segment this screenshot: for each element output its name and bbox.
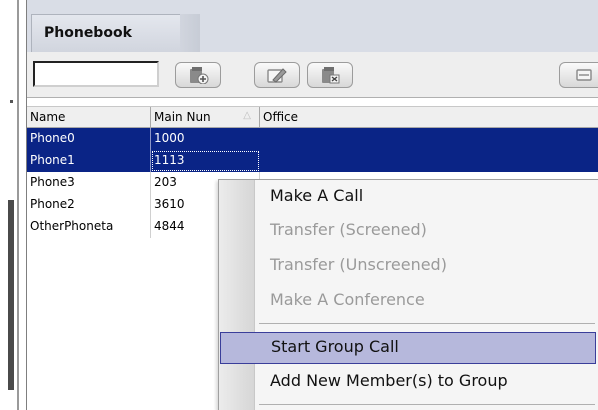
more-options-button[interactable] (559, 62, 598, 88)
add-contact-button[interactable] (175, 62, 221, 88)
window-border-dark (8, 200, 14, 390)
table-header: Name Main Nun △ Office (27, 106, 598, 128)
screen: Phonebook Name Main Nun △ Office Phone0 … (0, 0, 598, 410)
column-header-label: Office (263, 110, 299, 124)
column-header-label: Name (30, 110, 66, 124)
menu-item-transfer-screened[interactable]: Transfer (Screened) (220, 216, 596, 246)
table-row[interactable]: Phone1 1113 (27, 150, 598, 172)
menu-separator (259, 404, 595, 405)
cell-name: OtherPhoneta (27, 216, 151, 238)
menu-item-add-group-members[interactable]: Add New Member(s) to Group (220, 367, 596, 397)
more-icon (576, 69, 592, 81)
menu-item-start-group-call[interactable]: Start Group Call (220, 332, 596, 364)
table-row[interactable]: Phone0 1000 (27, 128, 598, 150)
edit-contact-icon (267, 68, 287, 83)
column-header-main-number[interactable]: Main Nun △ (151, 107, 260, 128)
cell-main-number: 1000 (151, 128, 260, 150)
panel-titlebar: Phonebook (27, 0, 598, 53)
cell-name: Phone1 (27, 150, 151, 172)
column-header-office[interactable]: Office (260, 107, 598, 128)
phonebook-toolbar (27, 52, 598, 98)
cell-office (260, 150, 598, 172)
context-menu: Make A Call Transfer (Screened) Transfer… (218, 179, 598, 410)
menu-item-transfer-unscreened[interactable]: Transfer (Unscreened) (220, 251, 596, 281)
background-window-edge (0, 0, 26, 410)
cell-main-number: 1113 (151, 150, 260, 172)
cell-name: Phone0 (27, 128, 151, 150)
cell-name: Phone3 (27, 172, 151, 194)
window-border (17, 0, 19, 410)
edit-contact-button[interactable] (254, 62, 300, 88)
search-input[interactable] (33, 61, 159, 87)
cell-name: Phone2 (27, 194, 151, 216)
menu-separator (259, 323, 595, 324)
sort-ascending-icon: △ (243, 110, 251, 121)
add-contact-icon (190, 67, 209, 84)
delete-contact-button[interactable] (307, 62, 353, 88)
cell-office (260, 128, 598, 150)
panel-title: Phonebook (31, 14, 200, 52)
menu-item-make-call[interactable]: Make A Call (220, 182, 596, 212)
delete-contact-icon (322, 67, 340, 84)
menu-item-make-conference[interactable]: Make A Conference (220, 286, 596, 316)
edge-mark (10, 100, 13, 103)
column-header-name[interactable]: Name (27, 107, 151, 128)
column-header-label: Main Nun (154, 110, 211, 124)
